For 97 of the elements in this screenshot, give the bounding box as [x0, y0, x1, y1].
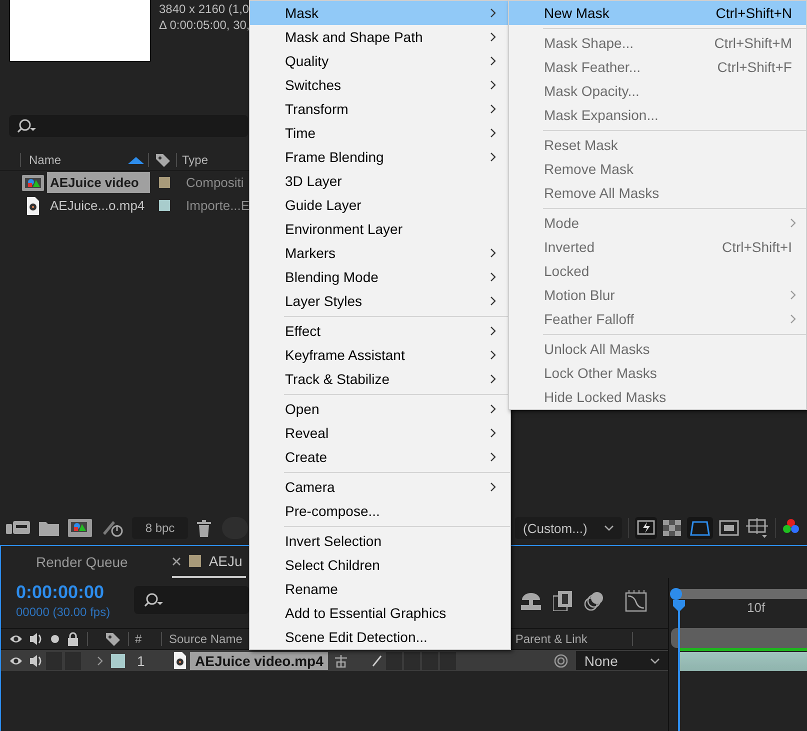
draft-3d-icon[interactable]	[520, 592, 542, 610]
menu-item[interactable]: Switches	[250, 73, 510, 97]
tag-icon	[105, 632, 121, 646]
speaker-icon	[29, 632, 43, 646]
label-swatch[interactable]	[158, 176, 170, 189]
eye-icon[interactable]	[9, 654, 23, 666]
trash-icon[interactable]	[197, 520, 211, 536]
graph-editor-icon[interactable]	[625, 590, 647, 612]
column-header[interactable]: Parent & Link	[515, 632, 588, 646]
menu-item[interactable]: Open	[250, 397, 510, 421]
label-swatch[interactable]	[111, 654, 125, 668]
speaker-icon[interactable]	[29, 654, 43, 668]
menu-item[interactable]: Invert Selection	[250, 529, 510, 553]
folder-icon[interactable]	[39, 520, 59, 536]
search-field[interactable]	[9, 115, 248, 137]
expand-chevron-icon[interactable]	[97, 656, 103, 666]
dot-icon	[51, 635, 59, 643]
panel-tab[interactable]: AEJu	[172, 546, 246, 578]
toggle-track[interactable]	[222, 517, 248, 539]
layer-number: 1	[137, 652, 146, 668]
menu-item[interactable]: Transform	[250, 97, 510, 121]
menu-item[interactable]: Guide Layer	[250, 193, 510, 217]
composition-info: Δ 0:00:05:00, 30,	[159, 17, 250, 33]
transparency-grid-icon[interactable]	[663, 520, 681, 536]
shortcut-label: Ctrl+Shift+F	[717, 59, 792, 75]
search-icon	[17, 118, 37, 134]
parent-dropdown[interactable]: None	[576, 651, 668, 670]
shortcut-label: Ctrl+Shift+I	[722, 239, 792, 255]
frame-blending-icon[interactable]	[553, 591, 573, 611]
menu-item[interactable]: Mask	[250, 1, 510, 25]
menu-item[interactable]: Track & Stabilize	[250, 367, 510, 391]
search-icon	[144, 592, 164, 608]
playhead[interactable]	[672, 600, 686, 731]
item-type: Importe...E	[185, 198, 250, 213]
chevron-down-icon	[650, 658, 660, 664]
menu-item[interactable]: Scene Edit Detection...	[250, 625, 510, 649]
shortcut-label: Ctrl+Shift+M	[714, 35, 792, 51]
menu-item[interactable]: Markers	[250, 241, 510, 265]
search-field[interactable]	[134, 586, 249, 614]
column-header[interactable]: Source Name	[169, 632, 242, 646]
menu-item[interactable]: Effect	[250, 319, 510, 343]
column-header[interactable]: Name	[29, 153, 62, 167]
menu-item[interactable]: 3D Layer	[250, 169, 510, 193]
switch-toggle[interactable]	[386, 652, 402, 670]
pickwhip-icon[interactable]	[554, 654, 568, 668]
tag-icon	[154, 152, 170, 168]
ruler-label: 10f	[747, 600, 766, 615]
menu-item[interactable]: Layer Styles	[250, 289, 510, 313]
menu-item[interactable]: Select Children	[250, 553, 510, 577]
column-header[interactable]: #	[135, 632, 161, 646]
lock-icon	[67, 632, 79, 646]
menu-item[interactable]: Quality	[250, 49, 510, 73]
footage-card-icon[interactable]	[6, 520, 30, 536]
column-header[interactable]: Type	[182, 153, 208, 167]
solo-toggle[interactable]	[46, 652, 62, 670]
menu-item[interactable]: Rename	[250, 577, 510, 601]
label-swatch[interactable]	[158, 199, 170, 212]
new-composition-icon[interactable]	[68, 519, 92, 537]
menu-item[interactable]: Create	[250, 445, 510, 469]
menu-item[interactable]: Add to Essential Graphics	[250, 601, 510, 625]
eye-icon	[9, 633, 23, 645]
menu-item[interactable]: Time	[250, 121, 510, 145]
switch-toggle[interactable]	[404, 652, 420, 670]
grid-guide-icon[interactable]	[745, 518, 769, 538]
item-type: Compositi	[185, 175, 244, 190]
project-item[interactable]: AEJuice...o.mp4	[47, 195, 150, 216]
mask-path-icon[interactable]	[687, 517, 713, 539]
shy-switch-icon[interactable]	[334, 654, 348, 668]
frame-rate-info: 00000 (30.00 fps)	[16, 604, 112, 618]
menu-item[interactable]: Reveal	[250, 421, 510, 445]
composition-info: 3840 x 2160 (1,0	[159, 1, 250, 17]
menu-item[interactable]: Frame Blending	[250, 145, 510, 169]
bit-depth-button[interactable]: 8 bpc	[132, 517, 188, 539]
motion-blur-icon[interactable]	[584, 591, 604, 611]
shortcut-label: Ctrl+Shift+N	[716, 5, 792, 21]
fast-preview-icon[interactable]	[635, 517, 657, 539]
view-dropdown[interactable]: (Custom...)	[515, 517, 622, 539]
chevron-down-icon	[604, 525, 614, 531]
panel-tab[interactable]: Render Queue	[36, 546, 128, 578]
menu-item[interactable]: Environment Layer	[250, 217, 510, 241]
menu-item[interactable]: Camera	[250, 475, 510, 499]
switch-toggle[interactable]	[422, 652, 438, 670]
close-icon[interactable]	[172, 556, 181, 566]
composition-icon	[22, 174, 44, 190]
project-item[interactable]: AEJuice video	[47, 172, 150, 193]
layer-name[interactable]: AEJuice video.mp4	[190, 652, 328, 670]
switch-toggle[interactable]	[440, 652, 456, 670]
lock-toggle[interactable]	[65, 652, 81, 670]
current-timecode[interactable]: 0:00:00:00	[16, 582, 134, 602]
menu-item[interactable]: Mask and Shape Path	[250, 25, 510, 49]
menu-item[interactable]: New Mask Ctrl+Shift+N	[509, 1, 806, 25]
menu-item[interactable]: Keyframe Assistant	[250, 343, 510, 367]
region-icon[interactable]	[719, 520, 739, 536]
video-file-icon	[26, 196, 40, 214]
menu-item[interactable]: Pre-compose...	[250, 499, 510, 523]
menu-item[interactable]: Blending Mode	[250, 265, 510, 289]
quality-switch-icon[interactable]	[372, 654, 382, 666]
